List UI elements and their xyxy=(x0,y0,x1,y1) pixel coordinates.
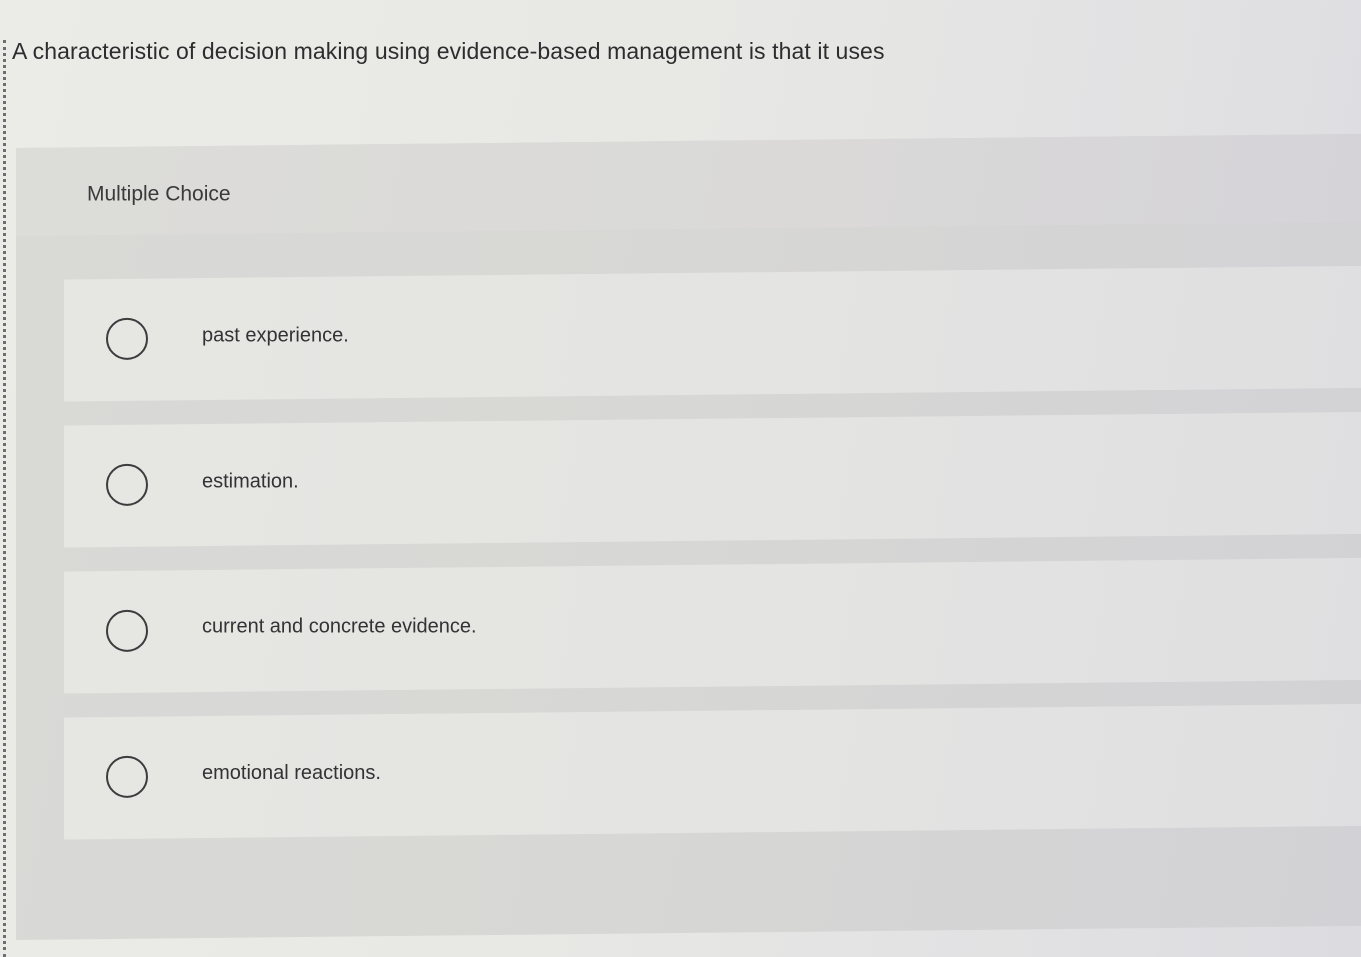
multiple-choice-panel: Multiple Choice past experience. estimat… xyxy=(16,133,1361,940)
answer-option-label: emotional reactions. xyxy=(202,762,381,785)
answer-options: past experience. estimation. current and… xyxy=(64,265,1361,864)
answer-option-estimation[interactable]: estimation. xyxy=(64,411,1361,548)
left-dotted-border xyxy=(3,40,6,957)
answer-option-past-experience[interactable]: past experience. xyxy=(64,265,1361,402)
answer-option-emotional-reactions[interactable]: emotional reactions. xyxy=(64,703,1361,840)
answer-option-label: past experience. xyxy=(202,324,349,347)
question-text: A characteristic of decision making usin… xyxy=(12,38,885,64)
panel-header: Multiple Choice xyxy=(16,133,1361,236)
question-type-label: Multiple Choice xyxy=(87,182,231,206)
radio-button-icon[interactable] xyxy=(106,609,148,652)
radio-button-icon[interactable] xyxy=(106,755,148,798)
radio-button-icon[interactable] xyxy=(106,463,148,506)
answer-option-label: current and concrete evidence. xyxy=(202,615,477,638)
answer-option-current-evidence[interactable]: current and concrete evidence. xyxy=(64,557,1361,694)
answer-option-label: estimation. xyxy=(202,470,299,493)
radio-button-icon[interactable] xyxy=(106,317,148,360)
